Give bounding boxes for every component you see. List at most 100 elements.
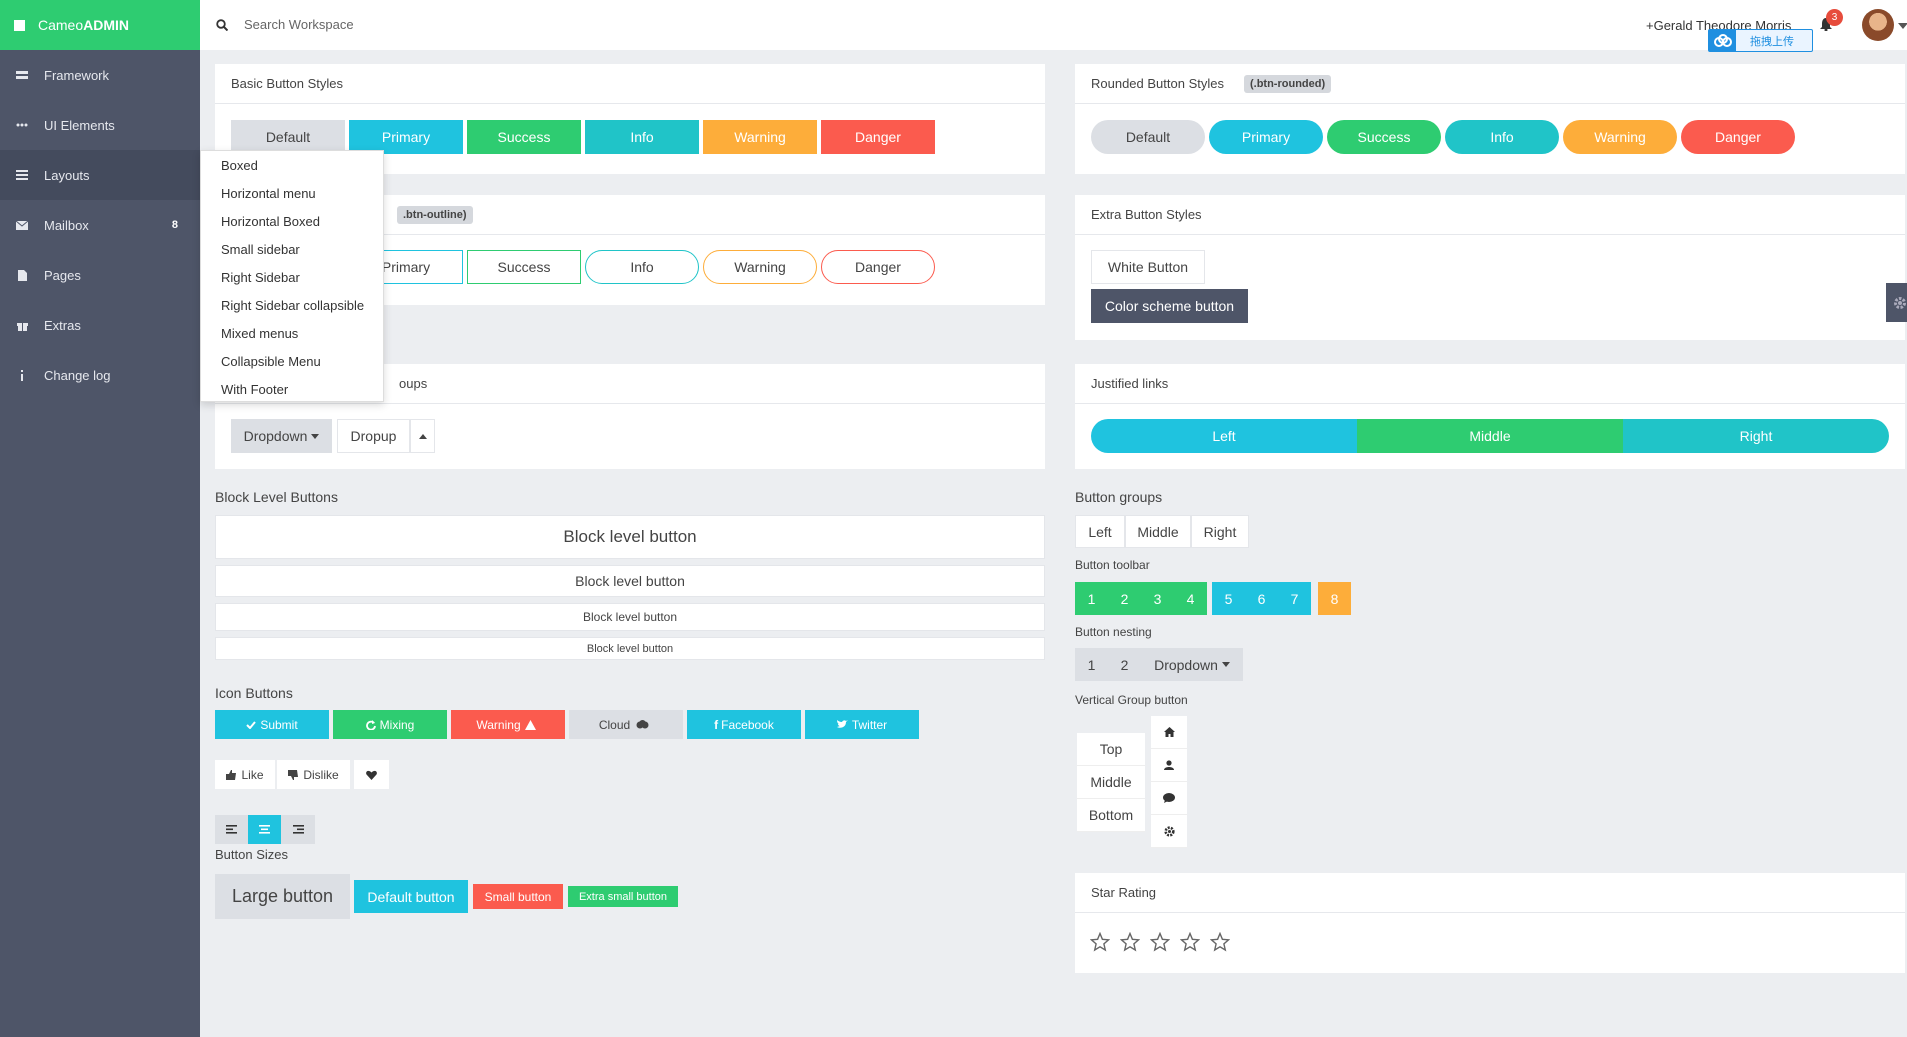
toolbar-button-3[interactable]: 3 (1141, 582, 1174, 615)
align-center-button[interactable] (248, 815, 281, 844)
avatar[interactable] (1862, 9, 1894, 41)
nesting-button-2[interactable]: 2 (1108, 648, 1141, 681)
menu-item-horizontal-menu[interactable]: Horizontal menu (201, 179, 383, 207)
menu-item-with-footer[interactable]: With Footer (201, 375, 383, 403)
settings-toggle[interactable] (1886, 283, 1907, 322)
like-button[interactable]: Like (215, 760, 275, 789)
dropup-button[interactable]: Dropup (337, 419, 410, 453)
danger-button[interactable]: Danger (821, 120, 935, 154)
vertical-user-button[interactable] (1151, 749, 1187, 782)
search-input[interactable]: Search Workspace (244, 17, 354, 32)
search-icon (216, 18, 244, 31)
sidebar-item-layouts[interactable]: Layouts (0, 150, 200, 200)
warning-outline-button[interactable]: Warning (703, 250, 817, 284)
star-icon[interactable] (1120, 932, 1140, 952)
vertical-comment-button[interactable] (1151, 782, 1187, 815)
primary-button[interactable]: Primary (349, 120, 463, 154)
menu-item-collapsible-menu[interactable]: Collapsible Menu (201, 347, 383, 375)
danger-outline-button[interactable]: Danger (821, 250, 935, 284)
upload-widget[interactable]: 拖拽上传 (1708, 29, 1813, 52)
vertical-settings-button[interactable] (1151, 815, 1187, 848)
panel-title: Star Rating (1075, 873, 1905, 913)
search-bar[interactable]: Search Workspace (216, 17, 354, 32)
white-button[interactable]: White Button (1091, 250, 1205, 284)
sidebar-item-label: Pages (44, 267, 81, 283)
star-icon[interactable] (1180, 932, 1200, 952)
vertical-home-button[interactable] (1151, 716, 1187, 749)
nesting-dropdown-button[interactable]: Dropdown (1141, 648, 1243, 681)
toolbar-button-5[interactable]: 5 (1212, 582, 1245, 615)
star-icon[interactable] (1210, 932, 1230, 952)
chevron-down-icon[interactable] (1898, 23, 1907, 29)
group-middle-button[interactable]: Middle (1125, 515, 1191, 548)
menu-item-small-sidebar[interactable]: Small sidebar (201, 235, 383, 263)
menu-item-horizontal-boxed[interactable]: Horizontal Boxed (201, 207, 383, 235)
sidebar-item-pages[interactable]: Pages (0, 250, 200, 300)
small-button[interactable]: Small button (473, 884, 563, 909)
facebook-label: Facebook (721, 717, 774, 732)
toolbar-button-8[interactable]: 8 (1318, 582, 1351, 615)
menu-item-boxed[interactable]: Boxed (201, 151, 383, 179)
justified-right-button[interactable]: Right (1623, 419, 1889, 453)
align-right-button[interactable] (281, 815, 315, 844)
menu-item-right-sidebar-collapsible[interactable]: Right Sidebar collapsible (201, 291, 383, 319)
sidebar-item-change-log[interactable]: Change log (0, 350, 200, 400)
group-right-button[interactable]: Right (1191, 515, 1249, 548)
block-button-large[interactable]: Block level button (215, 515, 1045, 559)
sidebar-item-framework[interactable]: Framework (0, 50, 200, 100)
heart-button[interactable] (354, 760, 389, 789)
toolbar-button-2[interactable]: 2 (1108, 582, 1141, 615)
cloud-button[interactable]: Cloud (569, 710, 683, 739)
caret-up-icon[interactable] (410, 419, 435, 453)
toolbar-button-6[interactable]: 6 (1245, 582, 1278, 615)
twitter-button[interactable]: Twitter (805, 710, 919, 739)
success-outline-button[interactable]: Success (467, 250, 581, 284)
star-icon[interactable] (1090, 932, 1110, 952)
toolbar-button-7[interactable]: 7 (1278, 582, 1311, 615)
justified-middle-button[interactable]: Middle (1357, 419, 1623, 453)
info-outline-button[interactable]: Info (585, 250, 699, 284)
sidebar-item-extras[interactable]: Extras (0, 300, 200, 350)
vertical-top-button[interactable]: Top (1077, 733, 1145, 766)
star-icon[interactable] (1150, 932, 1170, 952)
info-button[interactable]: Info (585, 120, 699, 154)
default-size-button[interactable]: Default button (354, 880, 468, 913)
warning-icon-button[interactable]: Warning (451, 710, 565, 739)
align-left-button[interactable] (215, 815, 248, 844)
default-button[interactable]: Default (231, 120, 345, 154)
mixing-button[interactable]: Mixing (333, 710, 447, 739)
sidebar-item-mailbox[interactable]: Mailbox 8 (0, 200, 200, 250)
rounded-primary-button[interactable]: Primary (1209, 120, 1323, 154)
warning-button[interactable]: Warning (703, 120, 817, 154)
nesting-button-1[interactable]: 1 (1075, 648, 1108, 681)
rounded-info-button[interactable]: Info (1445, 120, 1559, 154)
menu-item-right-sidebar[interactable]: Right Sidebar (201, 263, 383, 291)
block-button-small[interactable]: Block level button (215, 603, 1045, 631)
toolbar-button-1[interactable]: 1 (1075, 582, 1108, 615)
toolbar-button-4[interactable]: 4 (1174, 582, 1207, 615)
dislike-button[interactable]: Dislike (277, 760, 350, 789)
large-button[interactable]: Large button (215, 874, 350, 919)
dropdown-button[interactable]: Dropdown (231, 419, 332, 453)
rounded-success-button[interactable]: Success (1327, 120, 1441, 154)
block-button-xsmall[interactable]: Block level button (215, 637, 1045, 660)
rounded-danger-button[interactable]: Danger (1681, 120, 1795, 154)
extra-small-button[interactable]: Extra small button (568, 886, 678, 907)
sidebar-item-label: Extras (44, 317, 81, 333)
facebook-button[interactable]: f Facebook (687, 710, 801, 739)
vertical-bottom-button[interactable]: Bottom (1077, 799, 1145, 832)
sidebar-item-ui-elements[interactable]: UI Elements (0, 100, 200, 150)
submit-button[interactable]: Submit (215, 710, 329, 739)
justified-left-button[interactable]: Left (1091, 419, 1357, 453)
brand[interactable]: Cameo ADMIN (0, 0, 200, 50)
group-left-button[interactable]: Left (1075, 515, 1125, 548)
success-button[interactable]: Success (467, 120, 581, 154)
block-button-default[interactable]: Block level button (215, 565, 1045, 597)
rounded-default-button[interactable]: Default (1091, 120, 1205, 154)
sidebar-item-label: Mailbox (44, 217, 89, 233)
rounded-warning-button[interactable]: Warning (1563, 120, 1677, 154)
vertical-middle-button[interactable]: Middle (1077, 766, 1145, 799)
color-scheme-button[interactable]: Color scheme button (1091, 289, 1248, 323)
menu-item-mixed-menus[interactable]: Mixed menus (201, 319, 383, 347)
envelope-icon (16, 219, 28, 231)
